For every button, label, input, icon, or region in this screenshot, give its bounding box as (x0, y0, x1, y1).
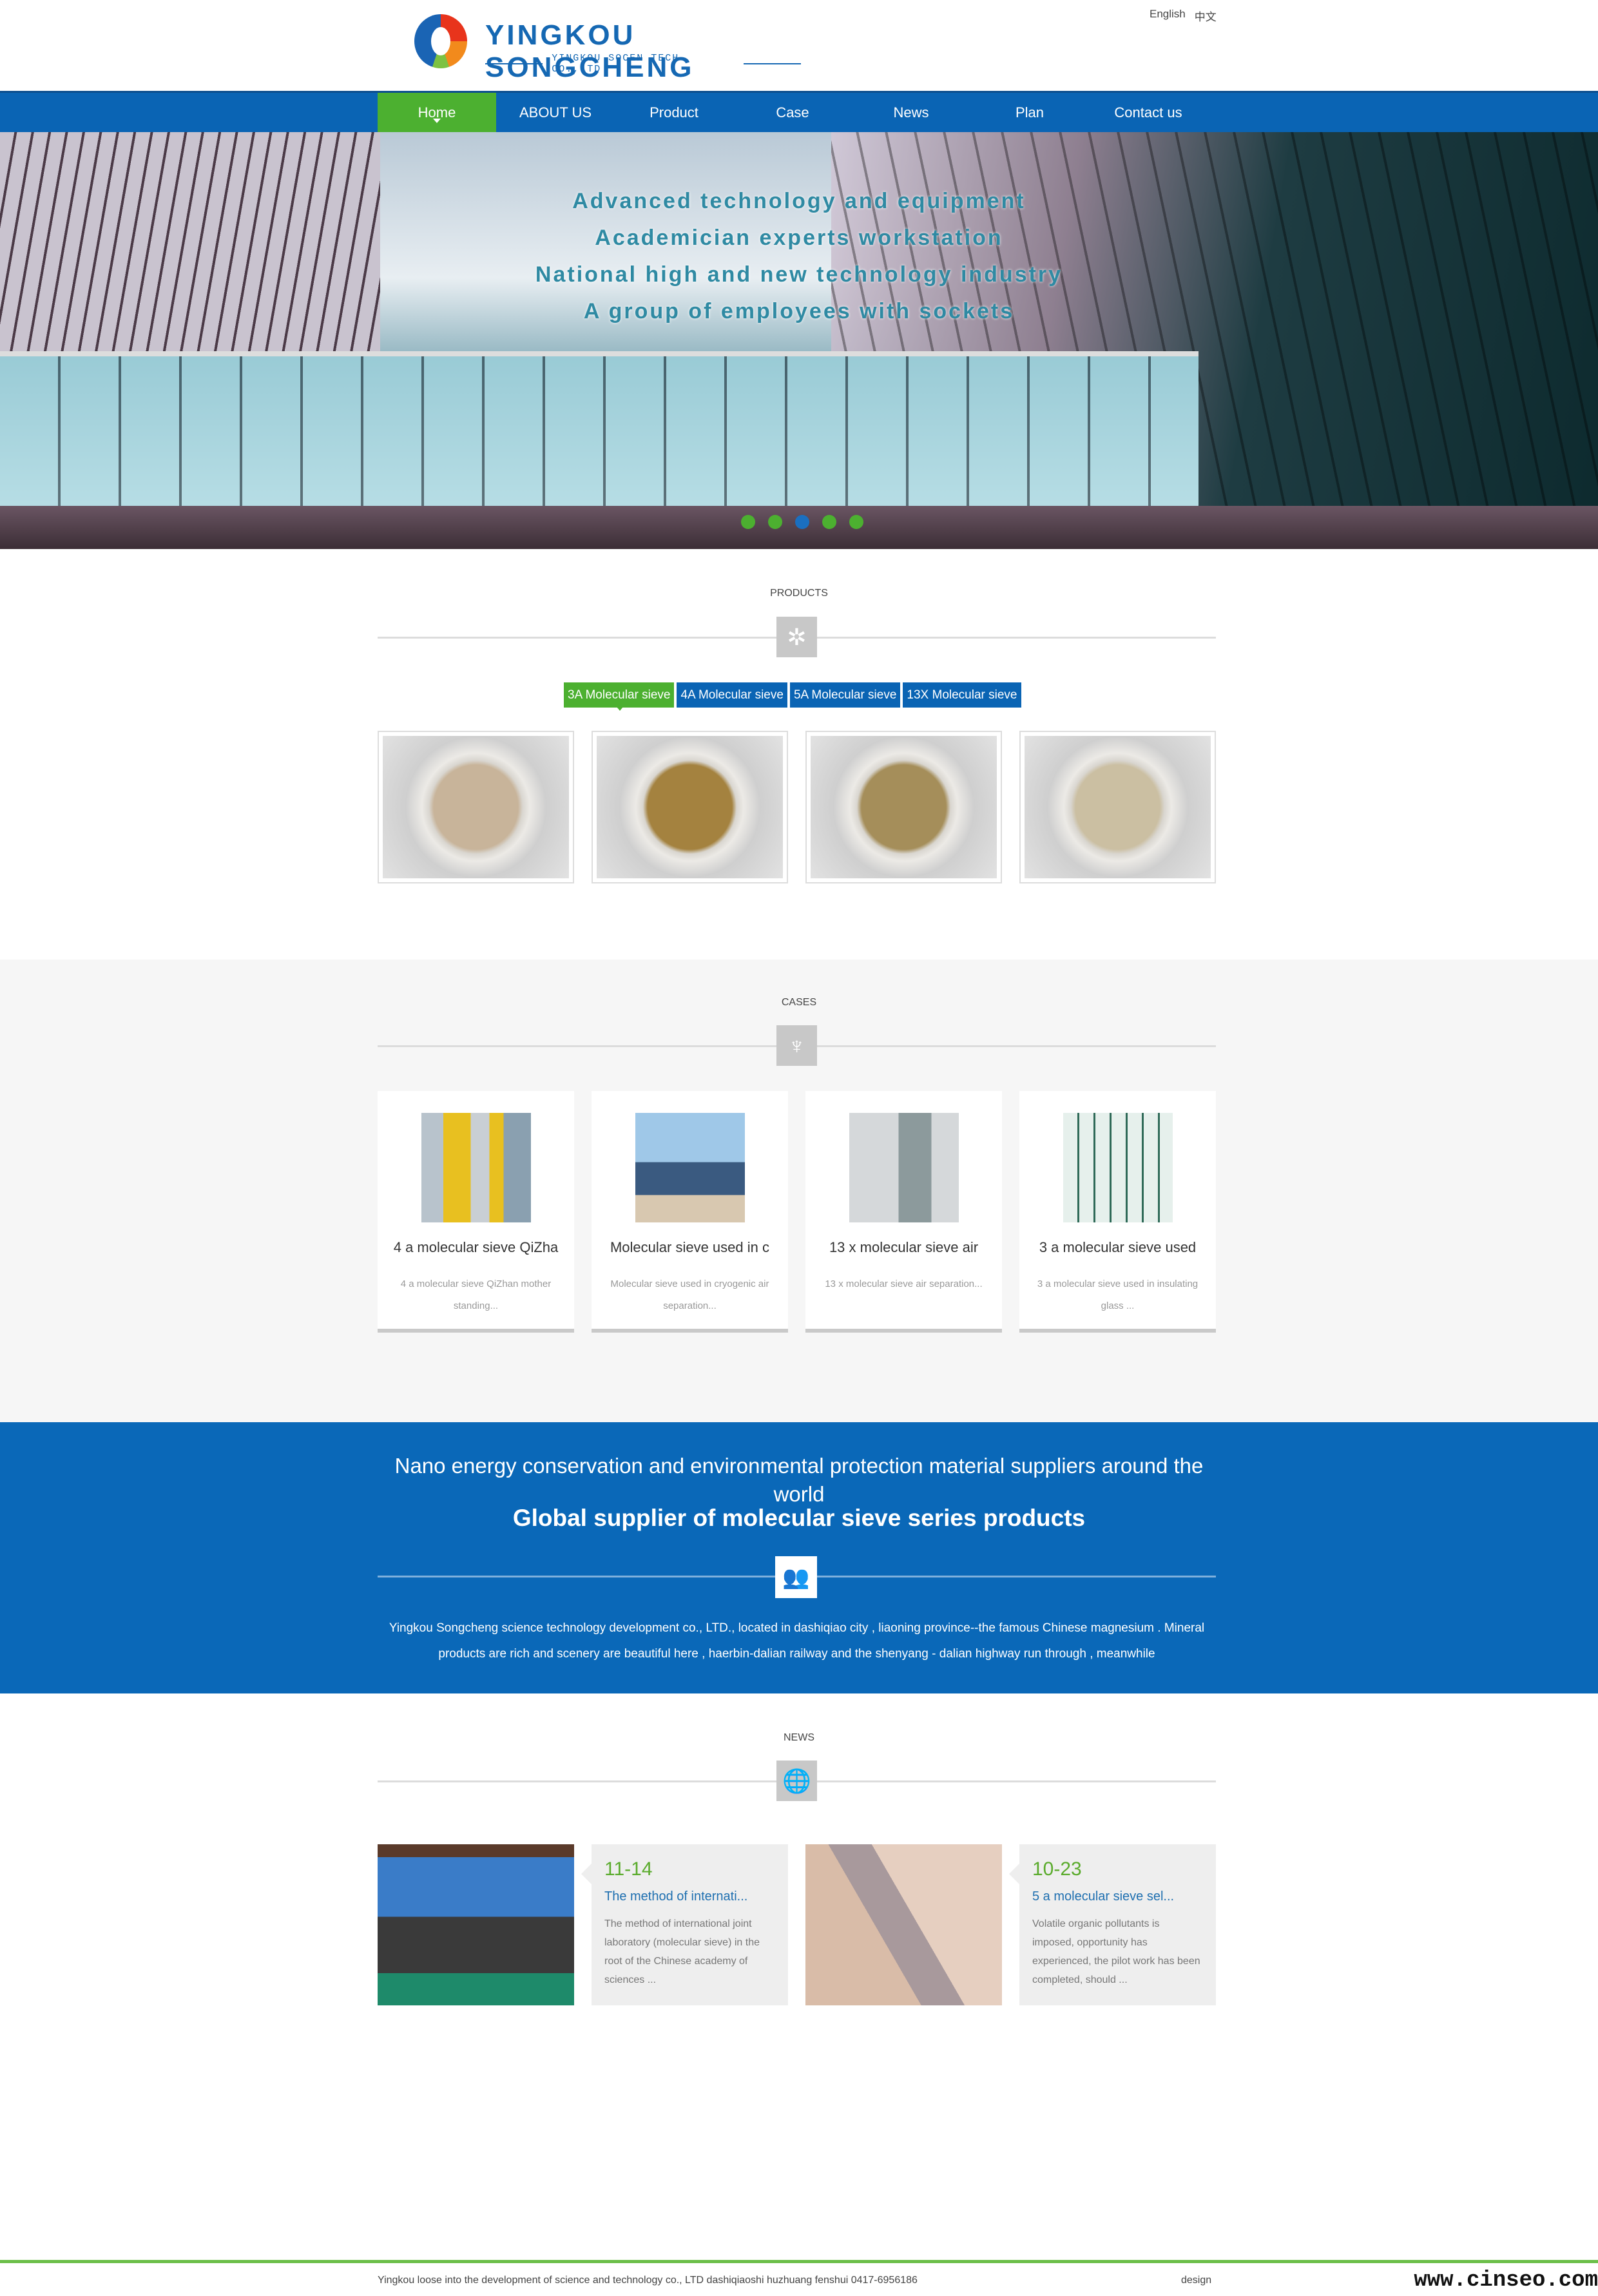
slide-dot[interactable] (768, 515, 782, 529)
tab-5a[interactable]: 5A Molecular sieve (789, 682, 901, 708)
case-image (635, 1113, 745, 1222)
hero-banner: Advanced technology and equipment Academ… (0, 132, 1598, 549)
case-card[interactable]: Molecular sieve used in c Molecular siev… (592, 1091, 788, 1333)
nav-news[interactable]: News (852, 93, 970, 132)
case-desc: 3 a molecular sieve used in insulating g… (1037, 1278, 1198, 1311)
case-card[interactable]: 3 a molecular sieve used 3 a molecular s… (1019, 1091, 1216, 1333)
logo-mark-icon (414, 14, 467, 68)
hero-line: National high and new technology industr… (535, 262, 1063, 287)
main-nav: Home ABOUT US Product Case News Plan Con… (0, 91, 1598, 132)
products-title: PRODUCTS (770, 588, 828, 599)
nav-case[interactable]: Case (733, 93, 852, 132)
about-text: Yingkou Songcheng science technology dev… (389, 1621, 1205, 1661)
watermark: www.cinseo.com (1414, 2268, 1598, 2293)
case-title: 3 a molecular sieve used (1039, 1239, 1197, 1255)
users-icon: 👥 (775, 1556, 817, 1598)
news-desc: Volatile organic pollutants is imposed, … (1032, 1918, 1200, 1985)
news-date: 10-23 (1032, 1858, 1082, 1880)
nav-about[interactable]: ABOUT US (496, 93, 615, 132)
about-heading: Global supplier of molecular sieve serie… (512, 1505, 1086, 1531)
slide-dot-active[interactable] (795, 515, 809, 529)
about-tagline: Nano energy conservation and environment… (394, 1454, 1204, 1506)
language-switcher: English 中文 (1150, 8, 1217, 24)
news-image[interactable] (805, 1844, 1002, 2005)
news-title[interactable]: The method of internati... (604, 1889, 775, 1904)
news-image[interactable] (378, 1844, 574, 2005)
slide-dot[interactable] (741, 515, 755, 529)
news-item[interactable]: 10-23 5 a molecular sieve sel... Volatil… (1009, 1844, 1216, 2005)
hero-line: A group of employees with sockets (583, 299, 1015, 323)
hero-line: Advanced technology and equipment (572, 189, 1026, 213)
nav-home[interactable]: Home (378, 93, 496, 132)
case-title: Molecular sieve used in c (610, 1239, 769, 1255)
case-desc: 4 a molecular sieve QiZhan mother standi… (400, 1278, 552, 1311)
about-banner: Nano energy conservation and environment… (0, 1422, 1598, 1693)
logo[interactable]: YINGKOU SONGCHENG YINGKOU SOCEN TECH CO.… (414, 14, 801, 83)
case-card[interactable]: 4 a molecular sieve QiZha 4 a molecular … (378, 1091, 574, 1333)
nav-product[interactable]: Product (615, 93, 733, 132)
product-image[interactable] (805, 731, 1002, 883)
hero-line: Academician experts workstation (595, 226, 1003, 250)
logo-subtitle: YINGKOU SOCEN TECH CO.,LTD (485, 53, 801, 75)
footer-divider (0, 2260, 1598, 2263)
nav-plan[interactable]: Plan (970, 93, 1089, 132)
slide-dot[interactable] (822, 515, 836, 529)
tab-4a[interactable]: 4A Molecular sieve (677, 682, 787, 708)
slider-dots (741, 515, 863, 529)
footer-design[interactable]: design (1181, 2275, 1211, 2286)
lang-chinese[interactable]: 中文 (1195, 8, 1217, 24)
case-image (421, 1113, 531, 1222)
trophy-icon: ♆ (776, 1025, 817, 1066)
tab-3a[interactable]: 3A Molecular sieve (564, 682, 675, 711)
product-image[interactable] (1019, 731, 1216, 883)
product-tabs: 3A Molecular sieve 4A Molecular sieve 5A… (564, 682, 1021, 711)
nav-contact[interactable]: Contact us (1089, 93, 1208, 132)
product-image[interactable] (378, 731, 574, 883)
tab-13x[interactable]: 13X Molecular sieve (903, 682, 1021, 708)
case-title: 13 x molecular sieve air (829, 1239, 979, 1255)
case-image (849, 1113, 959, 1222)
case-desc: 13 x molecular sieve air separation... (825, 1278, 983, 1289)
case-title: 4 a molecular sieve QiZha (393, 1239, 559, 1255)
globe-icon: 🌐 (776, 1761, 817, 1801)
product-image[interactable] (592, 731, 788, 883)
lang-english[interactable]: English (1150, 8, 1186, 24)
news-title: NEWS (784, 1732, 814, 1743)
news-date: 11-14 (604, 1858, 653, 1880)
news-title[interactable]: 5 a molecular sieve sel... (1032, 1889, 1203, 1904)
case-desc: Molecular sieve used in cryogenic air se… (610, 1278, 769, 1311)
cases-title: CASES (781, 997, 817, 1008)
slide-dot[interactable] (849, 515, 863, 529)
news-item[interactable]: 11-14 The method of internati... The met… (581, 1844, 788, 2005)
footer-text: Yingkou loose into the development of sc… (378, 2275, 918, 2286)
case-image (1063, 1113, 1173, 1222)
news-desc: The method of international joint labora… (604, 1918, 760, 1985)
aperture-icon: ✲ (776, 617, 817, 657)
case-card[interactable]: 13 x molecular sieve air 13 x molecular … (805, 1091, 1002, 1333)
